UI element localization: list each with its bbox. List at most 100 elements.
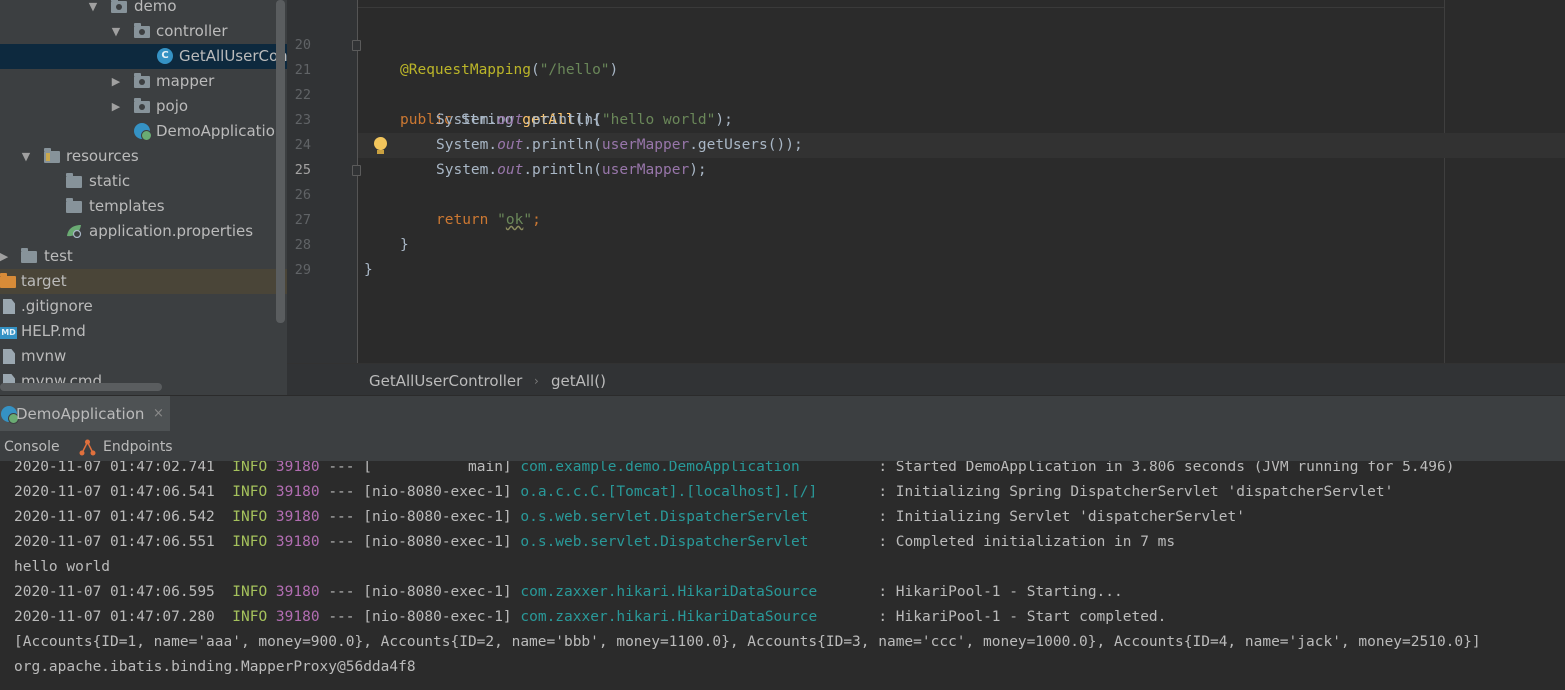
tree-item-label: target [21, 272, 67, 290]
log-timestamp: 2020-11-07 01:47:07.280 [14, 609, 215, 625]
console-log-line: 2020-11-07 01:47:06.551 INFO 39180 --- [… [14, 530, 1175, 555]
tree-item-pojo[interactable]: ▶ pojo [0, 94, 287, 119]
excluded-folder-icon [0, 273, 16, 288]
tree-item-gitignore[interactable]: .gitignore [0, 294, 287, 319]
resources-folder-icon [44, 148, 60, 163]
code-line-27: 27 [287, 183, 1565, 228]
fold-marker-icon[interactable] [352, 165, 361, 176]
tree-item-application-properties[interactable]: application.properties [0, 219, 287, 244]
tree-item-target[interactable]: target [0, 269, 287, 294]
log-message: : Initializing Spring DispatcherServlet … [878, 484, 1394, 500]
log-message: : HikariPool-1 - Start completed. [878, 609, 1167, 625]
log-separator: --- [328, 509, 355, 525]
log-thread: [nio-8080-exec-1] [363, 534, 512, 550]
code-line-28: 28 } [287, 208, 1565, 278]
log-timestamp: 2020-11-07 01:47:06.551 [14, 534, 215, 550]
code-line-22: 22 System.out.println("hello world"); [287, 58, 1565, 128]
tree-item-mvnw[interactable]: mvnw [0, 344, 287, 369]
console-stdout-line: hello world [14, 555, 110, 580]
console-log-line: 2020-11-07 01:47:07.280 INFO 39180 --- [… [14, 605, 1166, 630]
code-line-26: 26 } [287, 158, 1565, 253]
console-output[interactable]: 2020-11-07 01:47:02.741 INFO 39180 --- [… [0, 461, 1565, 690]
chevron-right-icon[interactable]: ▶ [0, 244, 10, 269]
tree-item-label: controller [156, 22, 228, 40]
breadcrumb-separator: › [534, 374, 539, 388]
file-icon [3, 349, 15, 364]
code-line-29: 29 [287, 233, 1565, 278]
log-thread: [nio-8080-exec-1] [363, 584, 512, 600]
log-message: : Initializing Servlet 'dispatcherServle… [878, 509, 1245, 525]
project-tree-panel: ▼ demo ▼ controller C GetAllUserCon ▶ ma… [0, 0, 287, 395]
chevron-right-icon[interactable]: ▶ [110, 94, 122, 119]
tree-item-resources[interactable]: ▼ resources [0, 144, 287, 169]
tree-item-label: mapper [156, 72, 215, 90]
close-icon[interactable]: × [153, 396, 164, 432]
log-message: : HikariPool-1 - Starting... [878, 584, 1123, 600]
vertical-scrollbar[interactable] [276, 0, 285, 323]
fold-marker-icon[interactable] [352, 40, 361, 51]
run-tool-window-header: DemoApplication × [0, 395, 1565, 432]
tree-item-label: pojo [156, 97, 189, 115]
log-pid: 39180 [275, 534, 320, 550]
console-stdout-line: org.apache.ibatis.binding.MapperProxy@56… [14, 655, 416, 680]
log-pid: 39180 [275, 584, 320, 600]
console-stdout-line: [Accounts{ID=1, name='aaa', money=900.0}… [14, 630, 1481, 655]
code-line-24: 24 System.out.println(userMapper); [287, 108, 1565, 178]
breadcrumb-class[interactable]: GetAllUserController [369, 364, 522, 398]
spring-boot-class-icon [134, 123, 152, 141]
tree-item-templates[interactable]: templates [0, 194, 287, 219]
log-timestamp: 2020-11-07 01:47:06.595 [14, 584, 215, 600]
chevron-down-icon[interactable]: ▼ [20, 144, 32, 169]
log-pid: 39180 [275, 461, 320, 475]
log-thread: [ main] [363, 461, 512, 475]
log-level: INFO [232, 509, 268, 525]
run-tab-demoapplication[interactable]: DemoApplication × [0, 396, 170, 432]
lightbulb-icon[interactable] [374, 137, 387, 154]
tab-endpoints[interactable]: Endpoints [103, 431, 173, 463]
stdout-text: hello world [14, 559, 111, 575]
endpoints-icon [79, 439, 96, 456]
line-number: 29 [294, 262, 311, 278]
run-tab-label: DemoApplication [16, 405, 145, 423]
tree-item-test[interactable]: ▶ test [0, 244, 287, 269]
log-logger: o.a.c.c.C.[Tomcat].[localhost].[/] [520, 484, 818, 500]
tree-item-label: demo [134, 0, 177, 15]
tab-console[interactable]: Console [4, 431, 60, 463]
code-editor[interactable]: 20 @RequestMapping("/hello") 21 public S… [287, 0, 1565, 363]
log-separator: --- [328, 584, 355, 600]
tree-item-label: HELP.md [21, 322, 86, 340]
breadcrumb-method[interactable]: getAll() [551, 364, 606, 398]
console-log-line: 2020-11-07 01:47:02.741 INFO 39180 --- [… [14, 461, 1455, 480]
chevron-down-icon[interactable]: ▼ [87, 0, 99, 19]
log-message: : Started DemoApplication in 3.806 secon… [878, 461, 1455, 475]
horizontal-scrollbar[interactable] [0, 383, 162, 391]
console-log-line: 2020-11-07 01:47:06.542 INFO 39180 --- [… [14, 505, 1245, 530]
log-separator: --- [328, 461, 355, 475]
tree-item-controller[interactable]: ▼ controller [0, 19, 287, 44]
tree-item-mapper[interactable]: ▶ mapper [0, 69, 287, 94]
log-logger: o.s.web.servlet.DispatcherServlet [520, 509, 809, 525]
console-log-line: 2020-11-07 01:47:06.595 INFO 39180 --- [… [14, 580, 1123, 605]
tree-item-demoapplication[interactable]: DemoApplication [0, 119, 287, 144]
tree-item-demo[interactable]: ▼ demo [0, 0, 287, 19]
tree-item-label: templates [89, 197, 165, 215]
package-icon [134, 23, 150, 38]
tree-item-label: resources [66, 147, 139, 165]
tree-item-static[interactable]: static [0, 169, 287, 194]
tree-item-label: GetAllUserCon [179, 47, 287, 65]
log-thread: [nio-8080-exec-1] [363, 509, 512, 525]
log-separator: --- [328, 609, 355, 625]
tree-item-help-md[interactable]: MD HELP.md [0, 319, 287, 344]
breadcrumb: GetAllUserController › getAll() [287, 363, 1565, 396]
log-timestamp: 2020-11-07 01:47:02.741 [14, 461, 215, 475]
chevron-right-icon[interactable]: ▶ [110, 69, 122, 94]
package-icon [134, 98, 150, 113]
log-pid: 39180 [275, 609, 320, 625]
chevron-down-icon[interactable]: ▼ [110, 19, 122, 44]
folder-icon [21, 248, 37, 263]
tree-item-label: application.properties [89, 222, 254, 240]
tree-item-label: mvnw [21, 347, 67, 365]
log-logger: com.example.demo.DemoApplication [520, 461, 800, 475]
folder-icon [66, 198, 82, 213]
tree-item-getallusercontroller[interactable]: C GetAllUserCon [0, 44, 287, 69]
